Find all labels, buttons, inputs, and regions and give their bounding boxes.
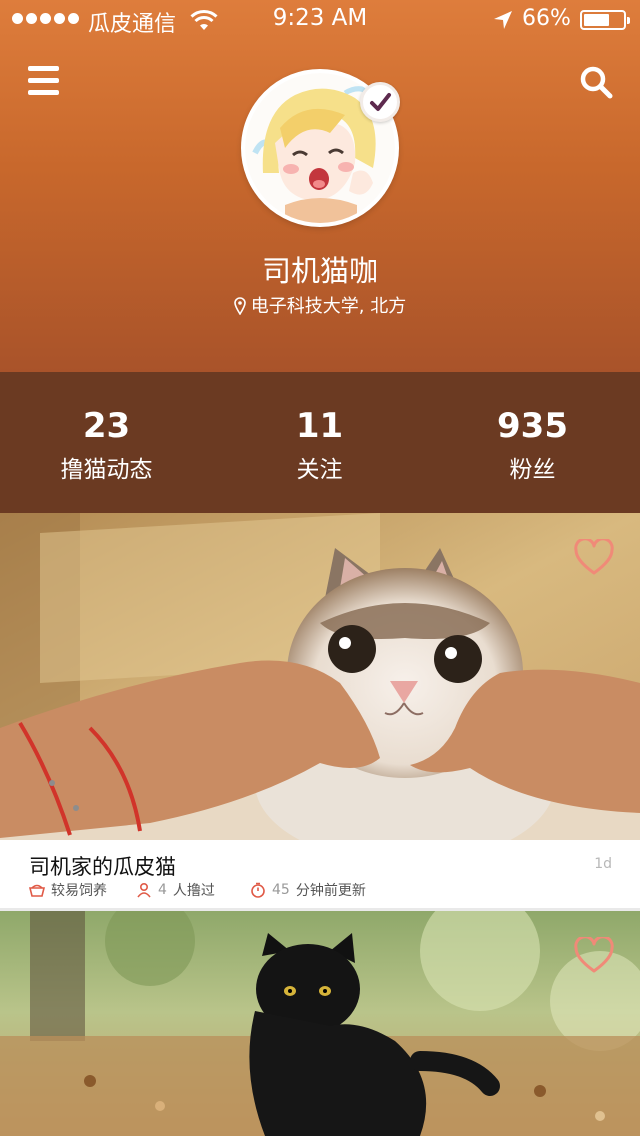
food-bowl-icon [29, 884, 45, 897]
stat-value: 23 [82, 406, 131, 446]
profile-header: 瓜皮通信 9:23 AM 66% 司机猫咖 电子科技大学, 北方 [0, 0, 640, 372]
stat-value: 935 [497, 406, 568, 446]
people-count: 4 [158, 882, 167, 898]
stat-followers[interactable]: 935 粉丝 [426, 372, 639, 513]
stat-following[interactable]: 11 关注 [213, 372, 426, 513]
stat-value: 11 [295, 406, 344, 446]
status-bar: 瓜皮通信 9:23 AM 66% [0, 0, 640, 40]
profile-username: 司机猫咖 [261, 254, 378, 288]
checkmark-icon [370, 93, 391, 111]
battery-icon [580, 10, 630, 30]
minutes-label: 分钟前更新 [295, 883, 366, 899]
stat-posts[interactable]: 23 撸猫动态 [0, 372, 213, 513]
stat-label: 关注 [296, 457, 343, 483]
stopwatch-icon [251, 882, 265, 898]
meta-updated: 45 分钟前更新 [250, 880, 366, 900]
people-label: 人撸过 [172, 883, 215, 899]
person-icon [137, 882, 151, 898]
minutes-count: 45 [272, 882, 290, 898]
difficulty-text: 较易饲养 [51, 883, 107, 899]
search-button[interactable] [578, 64, 614, 100]
meta-people: 4 人撸过 [136, 880, 215, 900]
like-heart-icon[interactable] [574, 539, 614, 577]
verified-badge [360, 82, 400, 122]
feed-card-time: 1d [594, 856, 612, 872]
stats-bar: 23 撸猫动态 11 关注 935 粉丝 [0, 372, 640, 513]
like-heart-icon[interactable] [574, 937, 614, 975]
battery-percentage: 66% [522, 6, 571, 31]
stat-label: 粉丝 [509, 457, 556, 483]
location-pin-icon [233, 297, 246, 315]
feed-card[interactable] [0, 911, 640, 1136]
cat-photo-black [0, 911, 640, 1136]
location-text: 电子科技大学, 北方 [250, 296, 407, 317]
location-services-icon [494, 11, 512, 29]
meta-difficulty: 较易饲养 [29, 880, 107, 900]
menu-button[interactable] [28, 66, 60, 96]
cat-photo-tabby [0, 513, 640, 840]
stat-label: 撸猫动态 [60, 457, 153, 483]
feed-card-title: 司机家的瓜皮猫 [29, 855, 176, 879]
profile-location: 电子科技大学, 北方 [0, 292, 640, 318]
